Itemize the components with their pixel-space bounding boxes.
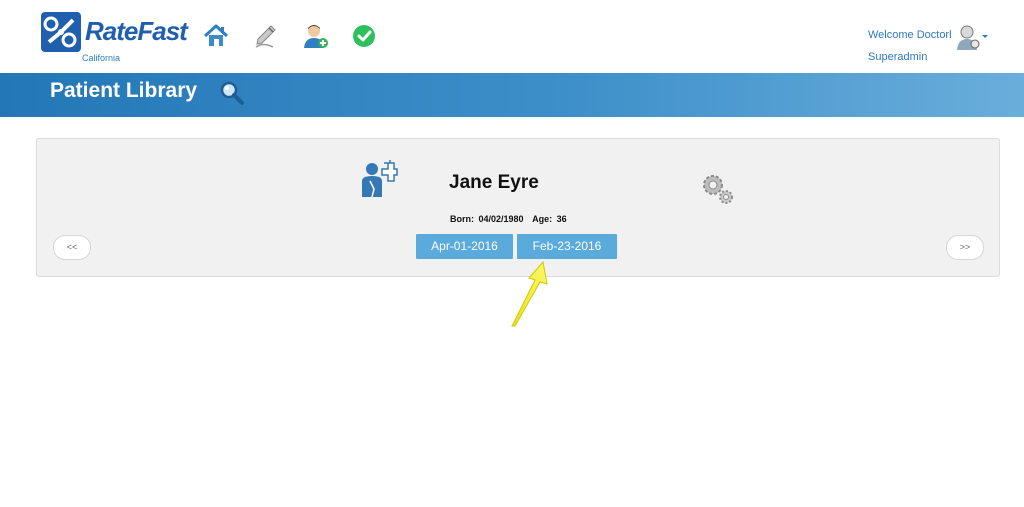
user-menu-button[interactable] [955,24,989,50]
next-page-button[interactable]: >> [946,235,984,260]
logo-fast: Fast [137,16,187,46]
visit-date-button[interactable]: Feb-23-2016 [517,234,617,259]
settings-gears-icon[interactable] [700,172,736,206]
magnifier-icon[interactable] [219,80,245,106]
user-role: Superadmin [868,51,928,63]
ratefast-logo[interactable]: RateFast California [41,12,188,64]
logo-mark-icon [41,12,81,52]
logo-rate: Rate [85,16,138,46]
welcome-text: Welcome Doctorl [868,29,952,41]
previous-page-button[interactable]: << [53,235,91,260]
annotation-arrow [505,260,555,330]
born-label: Born: [450,214,474,224]
edit-pen-icon[interactable] [251,22,279,50]
born-value: 04/02/1980 [478,214,524,224]
logo-region: California [82,53,121,63]
age-value: 36 [556,214,567,224]
age-label: Age: [532,214,553,224]
patient-demographics: Born: 04/02/1980 Age: 36 [450,214,569,224]
logo-wordmark: RateFast [85,16,188,47]
add-patient-icon[interactable] [301,22,329,50]
page-title: Patient Library [50,79,198,102]
doctor-user-icon [957,25,988,50]
patient-name: Jane Eyre [449,172,539,193]
visit-date-button[interactable]: Apr-01-2016 [416,234,513,259]
check-circle-icon[interactable] [351,22,379,50]
top-navbar: RateFast California Welcome Doctorl Supe… [0,0,1024,72]
home-icon[interactable] [202,22,230,50]
patient-medical-icon [360,159,398,198]
